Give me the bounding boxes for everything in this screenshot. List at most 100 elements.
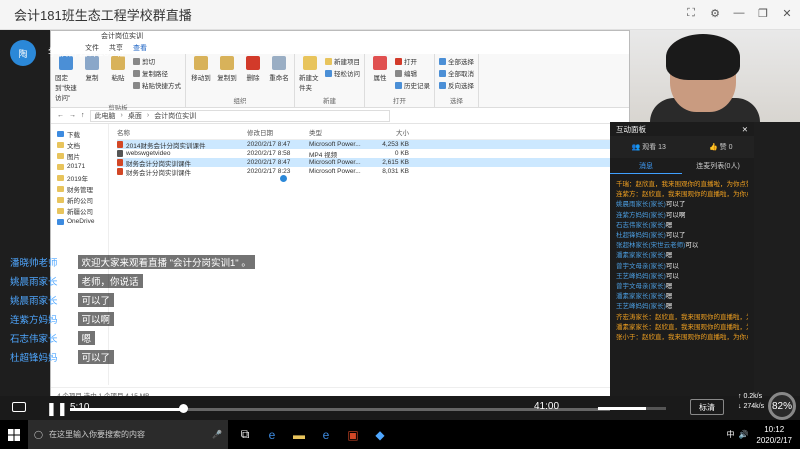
panel-close-icon[interactable]: ✕: [742, 125, 748, 134]
column-type[interactable]: 类型: [309, 127, 369, 137]
message-sender: 姚晨雨家长(家长): [616, 201, 666, 209]
message-text: 赵欣直，我来围观你的直播啦，为你点赞！: [655, 323, 748, 331]
ribbon-group-label: 新建: [323, 98, 336, 105]
viewers-count: 👥 观看 13: [631, 144, 666, 151]
file-explorer-icon[interactable]: ▬: [290, 426, 308, 444]
chat-text: 嗯: [77, 331, 96, 345]
message-text: 赵欣直，我来围观你的直播啦，为你点赞！: [642, 334, 748, 342]
pause-icon[interactable]: ❚❚: [46, 401, 68, 417]
nav-item[interactable]: 2019年: [51, 172, 108, 183]
nav-item[interactable]: 图片: [51, 150, 108, 161]
panel-header: 互动面板 ✕: [610, 122, 754, 136]
open-button[interactable]: 打开: [395, 56, 430, 66]
ime-indicator[interactable]: 中: [726, 429, 734, 440]
panel-tabs: 消息 连麦列表(0人): [610, 158, 754, 174]
pin-quick-access-button[interactable]: 固定到"快速访问": [55, 56, 77, 102]
up-icon[interactable]: ↑: [81, 112, 85, 119]
tab-view[interactable]: 查看: [133, 43, 147, 54]
address-path[interactable]: 此电脑 › 桌面 › 会计岗位实训: [89, 109, 390, 122]
nav-item-onedrive[interactable]: OneDrive: [51, 216, 108, 227]
message-sender: 曾宇文母亲(家长): [616, 262, 666, 270]
paste-shortcut-button[interactable]: 粘贴快捷方式: [133, 80, 181, 90]
nav-item[interactable]: 新疆公司: [51, 205, 108, 216]
back-icon[interactable]: ←: [57, 112, 64, 119]
new-folder-icon: [303, 56, 317, 70]
chat-message: 杜超锋妈妈 可以了: [10, 350, 115, 364]
edge-icon[interactable]: e: [263, 426, 281, 444]
message-sender: 张超林家长(宋世云老师): [616, 242, 686, 250]
properties-button[interactable]: 属性: [369, 56, 391, 90]
settings-icon[interactable]: ⚙: [708, 6, 722, 20]
copy-path-button[interactable]: 复制路径: [133, 68, 181, 78]
invert-selection-button[interactable]: 反向选择: [439, 80, 474, 90]
chat-sender: 杜超锋妈妈: [10, 353, 58, 364]
task-view-icon[interactable]: ⧉: [236, 426, 254, 444]
ribbon-group-clipboard: 固定到"快速访问" 复制 粘贴 剪切 复制路径 粘贴快捷方式 剪贴板: [51, 54, 186, 112]
nav-item[interactable]: 20171: [51, 161, 108, 172]
taskbar-apps: ⧉ e ▬ e ▣ ◆: [236, 426, 389, 444]
window-controls: ⛶ ⚙ — ❐ ✕: [684, 6, 794, 20]
select-all-button[interactable]: 全部选择: [439, 56, 474, 66]
tab-mic-list[interactable]: 连麦列表(0人): [682, 158, 754, 174]
panel-message: 王艺峰妈妈(家长)嗯: [616, 302, 748, 312]
volume-slider[interactable]: [598, 407, 666, 410]
progress-bar[interactable]: [70, 408, 610, 411]
message-text: 赵欣直，我来围观你的直播啦，为你点赞！: [642, 191, 748, 199]
ie-icon[interactable]: e: [317, 426, 335, 444]
forward-icon[interactable]: →: [69, 112, 76, 119]
taskbar-clock[interactable]: 10:12 2020/2/17: [756, 424, 792, 446]
nav-item[interactable]: 财务管理: [51, 183, 108, 194]
quality-button[interactable]: 标清: [690, 399, 724, 415]
panel-message: 石志伟家长(家长)嗯: [616, 221, 748, 231]
move-to-button[interactable]: 移动到: [190, 56, 212, 82]
edit-button[interactable]: 编辑: [395, 68, 430, 78]
live-app-icon[interactable]: ◆: [371, 426, 389, 444]
delete-button[interactable]: 删除: [242, 56, 264, 82]
ribbon-group-select: 全部选择 全部取消 反向选择 选择: [435, 54, 479, 107]
file-row[interactable]: 2014财务会计分岗实训课件 2020/2/17 8:47 Microsoft …: [117, 140, 629, 150]
new-folder-button[interactable]: 新建文件夹: [299, 56, 321, 92]
message-text: 嗯: [665, 221, 673, 229]
select-none-button[interactable]: 全部取消: [439, 68, 474, 78]
paste-button[interactable]: 粘贴: [107, 56, 129, 102]
nav-item[interactable]: 下载: [51, 128, 108, 139]
address-bar: ← → ↑ 此电脑 › 桌面 › 会计岗位实训: [51, 108, 629, 124]
presenter-avatar[interactable]: 陶: [10, 40, 36, 66]
copy-to-button[interactable]: 复制到: [216, 56, 238, 82]
copy-button[interactable]: 复制: [81, 56, 103, 102]
tab-messages[interactable]: 消息: [610, 158, 682, 174]
message-sender: 杜超锋妈妈(家长): [616, 232, 666, 240]
fullscreen-icon[interactable]: ⛶: [684, 6, 698, 20]
history-button[interactable]: 历史记录: [395, 80, 430, 90]
start-button[interactable]: [0, 420, 28, 449]
column-size[interactable]: 大小: [369, 127, 409, 137]
windows-taskbar: ◯ 在这里输入你要搜索的内容 🎤 ⧉ e ▬ e ▣ ◆: [0, 420, 800, 449]
message-text: 可以: [685, 242, 699, 250]
screen-mode-icon[interactable]: [12, 402, 26, 412]
powerpoint-icon[interactable]: ▣: [344, 426, 362, 444]
ribbon-group-organize: 移动到 复制到 删除 重命名 组织: [186, 54, 295, 107]
search-icon: ◯: [34, 430, 43, 439]
volume-icon[interactable]: 🔊: [738, 430, 748, 439]
message-text: 可以了: [665, 232, 686, 240]
rename-button[interactable]: 重命名: [268, 56, 290, 82]
easy-access-button[interactable]: 轻松访问: [325, 68, 360, 78]
file-row[interactable]: 财务会计分岗实训课件 2020/2/17 8:23 Microsoft Powe…: [117, 167, 629, 177]
message-sender: 千瑞：: [616, 181, 636, 188]
message-list: 千瑞：赵欣直，我来围观你的直播啦，为你点赞！ 连紫方：赵欣直，我来围观你的直播啦，…: [610, 174, 754, 349]
restore-icon[interactable]: ❐: [756, 6, 770, 20]
chat-text: 可以了: [77, 350, 115, 364]
nav-item[interactable]: 文档: [51, 139, 108, 150]
message-text: 嗯: [665, 283, 673, 291]
taskbar-search[interactable]: ◯ 在这里输入你要搜索的内容 🎤: [28, 420, 228, 449]
total-time: 41:00: [534, 401, 560, 412]
cut-button[interactable]: 剪切: [133, 56, 181, 66]
close-icon[interactable]: ✕: [780, 6, 794, 20]
new-item-button[interactable]: 新建项目: [325, 56, 360, 66]
ribbon-group-open: 属性 打开 编辑 历史记录 打开: [365, 54, 435, 107]
column-name[interactable]: 名称: [117, 127, 247, 137]
column-date[interactable]: 修改日期: [247, 127, 309, 137]
microphone-icon[interactable]: 🎤: [212, 430, 222, 439]
minimize-icon[interactable]: —: [732, 6, 746, 20]
nav-item[interactable]: 新的公司: [51, 194, 108, 205]
